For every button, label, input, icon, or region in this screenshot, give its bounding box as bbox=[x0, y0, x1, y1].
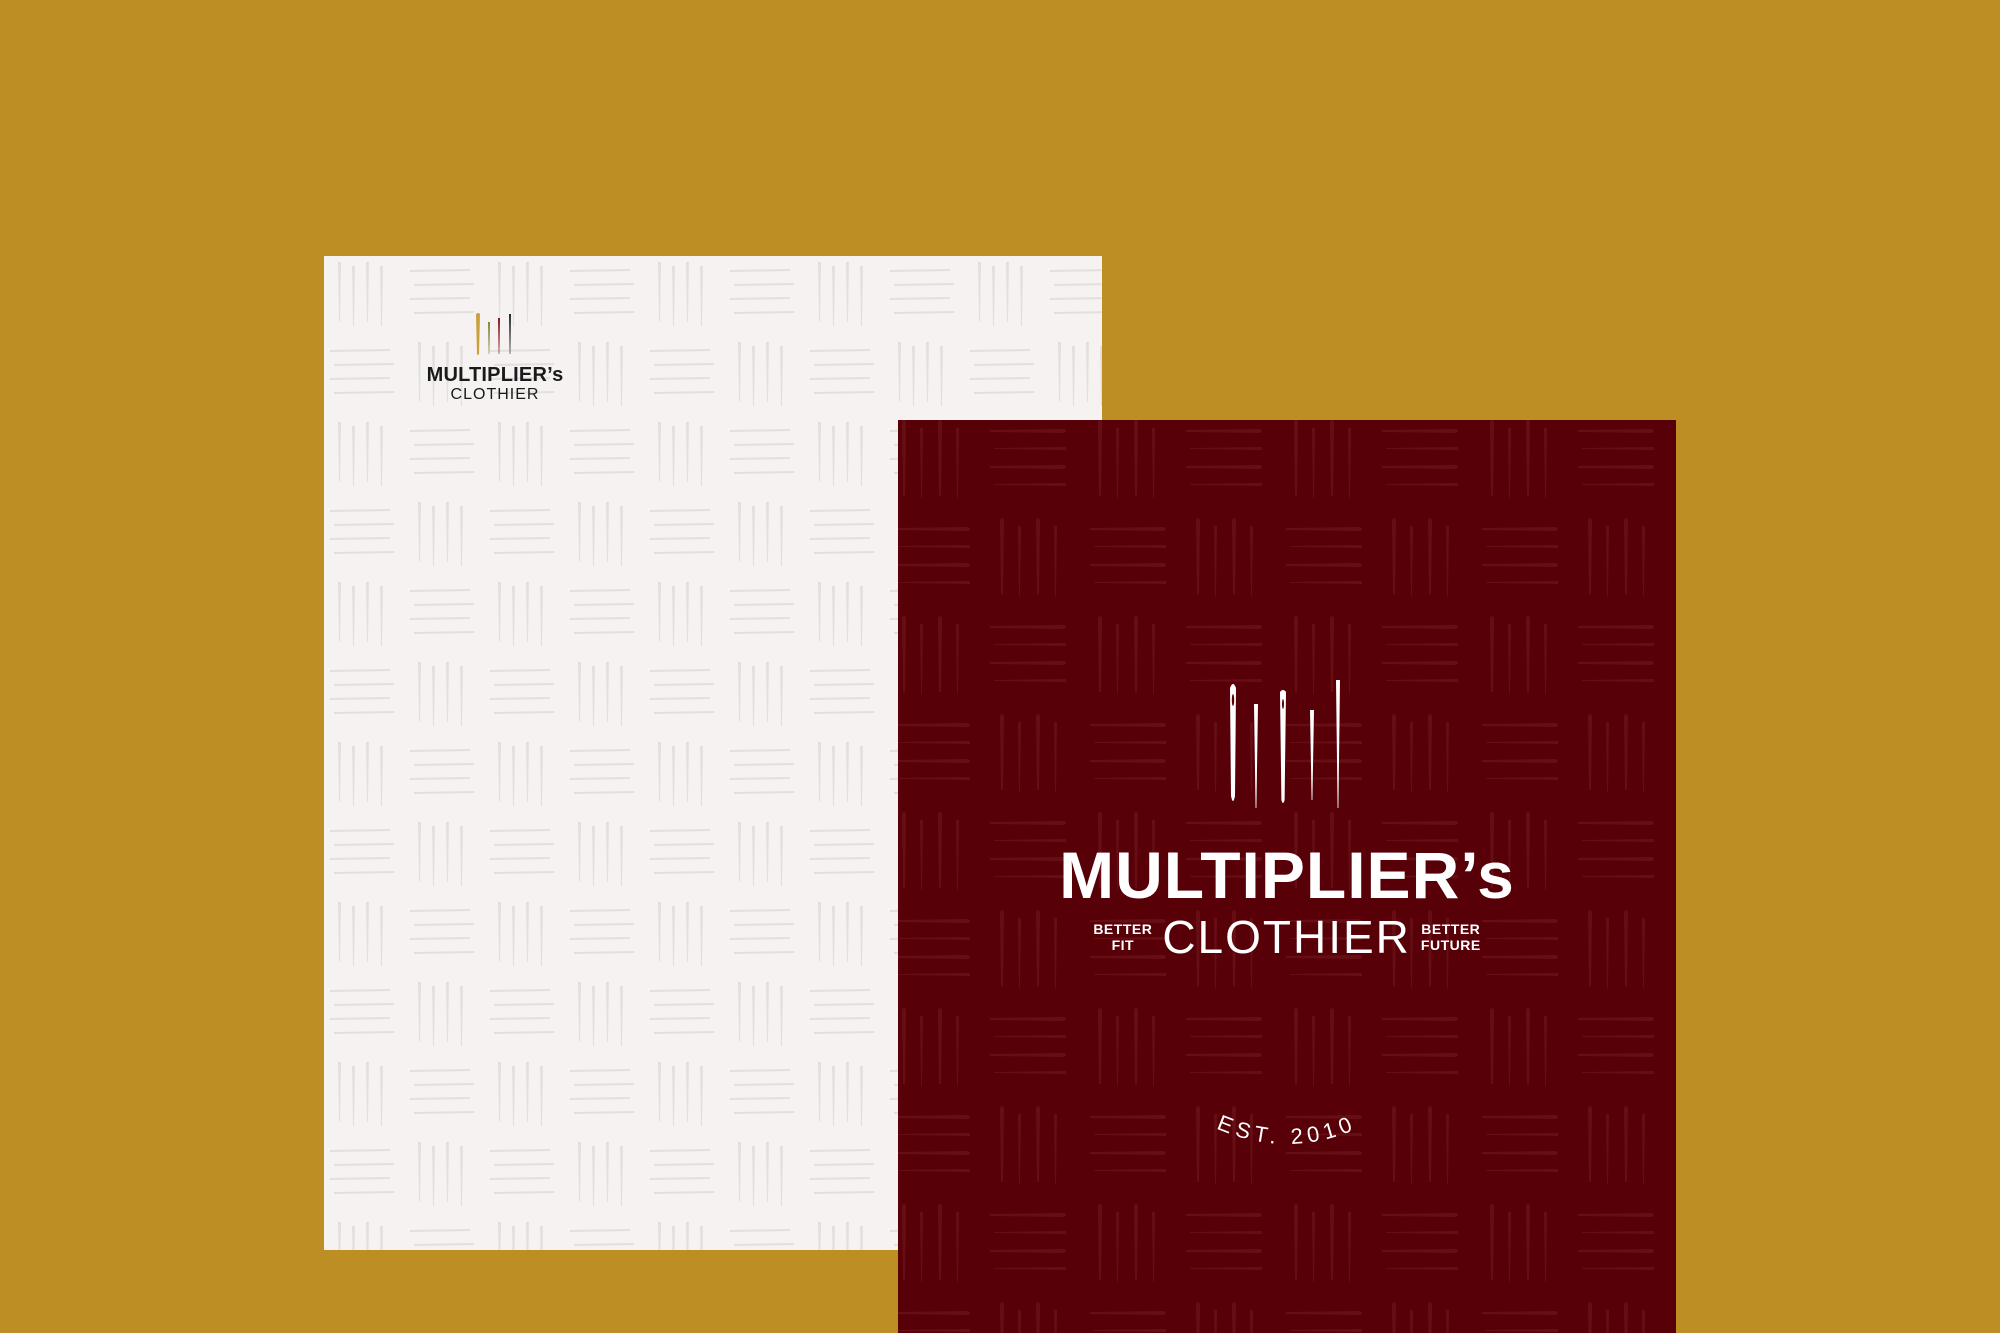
needles-icon bbox=[476, 313, 511, 355]
tag-better-fit: BETTER FIT bbox=[1093, 921, 1152, 953]
letterhead-sub: CLOTHIER bbox=[450, 386, 540, 403]
needles-icon bbox=[1230, 680, 1340, 808]
cover-brand: MULTIPLIER’s bbox=[1059, 838, 1515, 912]
est-text: EST. 2010 bbox=[1214, 1110, 1355, 1149]
cover-tagline: BETTER FIT CLOTHIER BETTER FUTURE bbox=[898, 912, 1676, 962]
tag-right-line2: FUTURE bbox=[1420, 937, 1481, 953]
letterhead-logo: MULTIPLIER’s CLOTHIER bbox=[395, 312, 595, 404]
cover-sub: CLOTHIER bbox=[1162, 911, 1411, 963]
tag-left-line1: BETTER bbox=[1093, 921, 1153, 937]
cover-sheet: MULTIPLIER’s BETTER FIT CLOTHIER BETTER … bbox=[898, 420, 1676, 1333]
est-arc: EST. 2010 bbox=[1214, 1110, 1360, 1149]
svg-text:EST. 2010: EST. 2010 bbox=[1214, 1110, 1360, 1149]
tag-left-line2: FIT bbox=[1111, 937, 1135, 953]
tag-right-line1: BETTER bbox=[1421, 921, 1481, 937]
tag-better-future: BETTER FUTURE bbox=[1421, 921, 1481, 953]
letterhead-brand: MULTIPLIER’s bbox=[426, 364, 564, 386]
